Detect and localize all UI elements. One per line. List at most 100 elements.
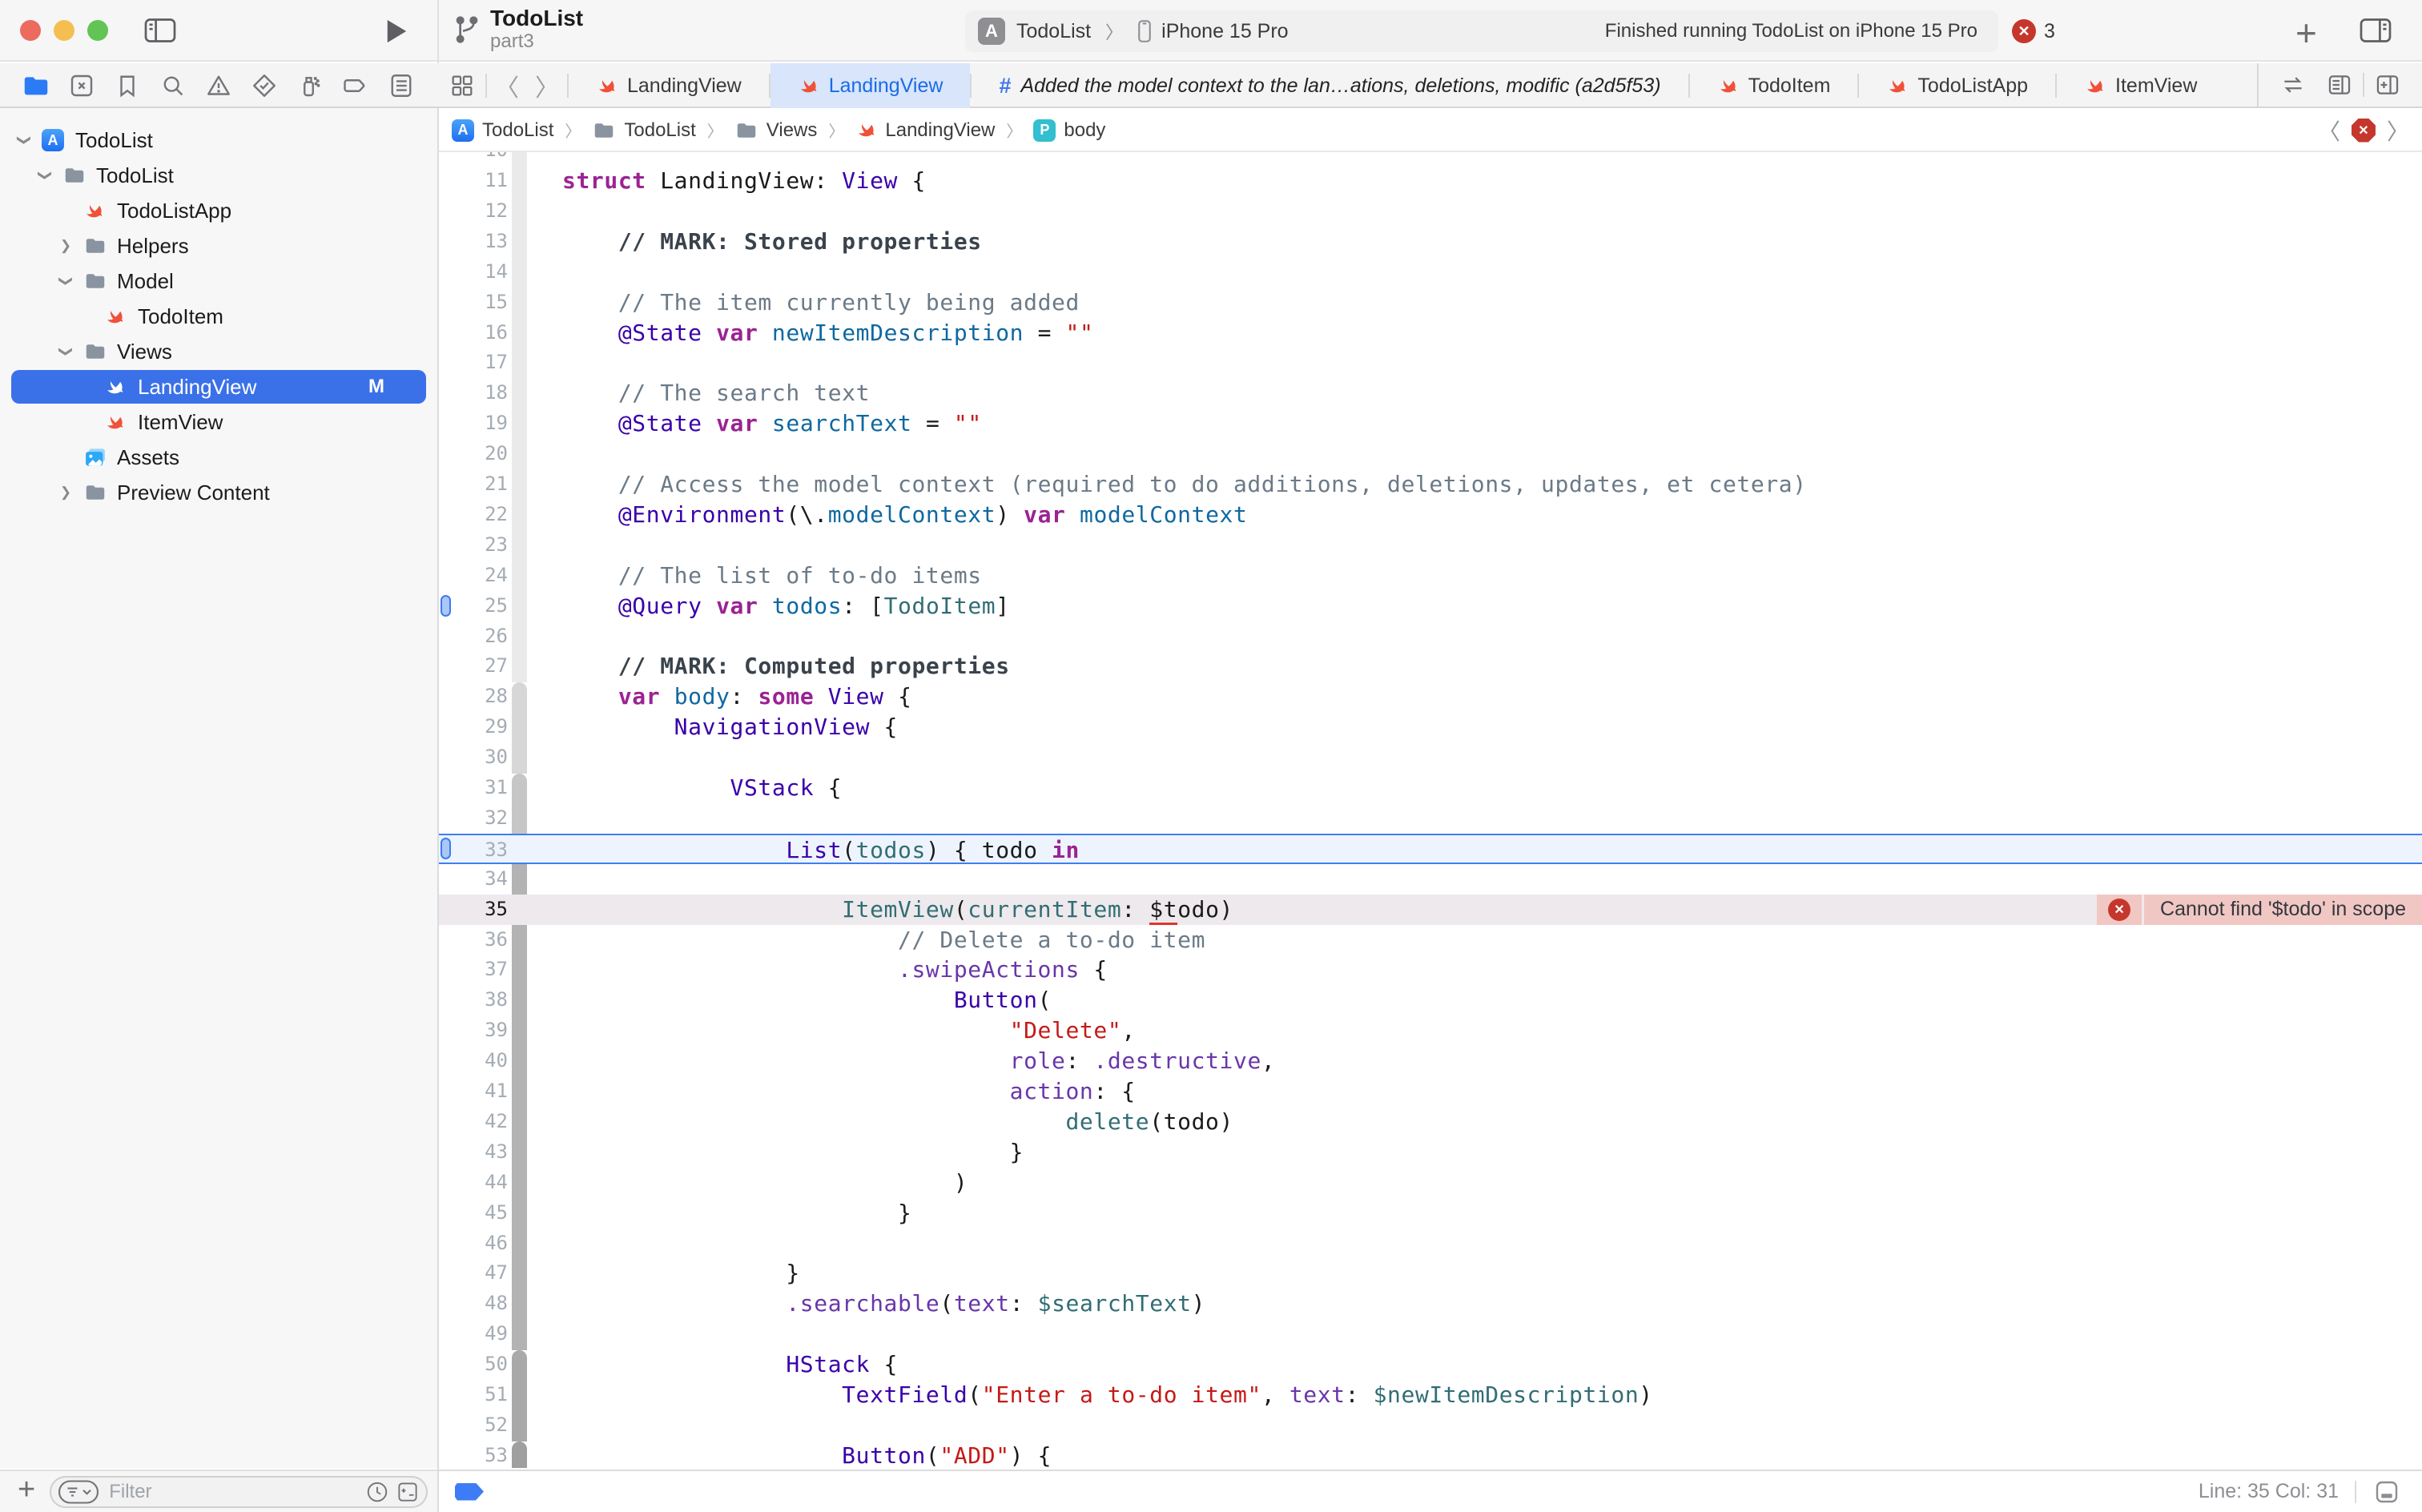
line-number[interactable]: 49: [439, 1322, 508, 1345]
line-number[interactable]: 47: [439, 1261, 508, 1284]
run-button[interactable]: [384, 18, 408, 45]
sidebar-item-assets[interactable]: Assets: [0, 440, 437, 475]
filter-input[interactable]: [107, 1480, 359, 1504]
source-control-navigator-icon[interactable]: [67, 71, 96, 100]
code-line-27[interactable]: 27 // MARK: Computed properties: [439, 651, 2422, 682]
code-text[interactable]: ): [562, 1168, 968, 1197]
line-number[interactable]: 14: [439, 260, 508, 283]
code-line-50[interactable]: 50 HStack {: [439, 1349, 2422, 1380]
disclosure-chevron-icon[interactable]: ❯: [58, 344, 74, 360]
disclosure-chevron-icon[interactable]: ❯: [37, 167, 53, 183]
line-number[interactable]: 52: [439, 1413, 508, 1436]
code-text[interactable]: role: .destructive,: [562, 1047, 1275, 1076]
disclosure-chevron-icon[interactable]: ❯: [16, 132, 32, 148]
sidebar-item-landingview[interactable]: LandingViewM: [0, 369, 437, 404]
code-line-31[interactable]: 31 VStack {: [439, 773, 2422, 803]
source-control-summary[interactable]: TodoList part3: [453, 6, 583, 53]
window-zoom-button[interactable]: [87, 20, 108, 41]
code-line-33[interactable]: 33 List(todos) { todo in: [439, 834, 2422, 864]
code-line-41[interactable]: 41 action: {: [439, 1076, 2422, 1107]
code-line-11[interactable]: 11struct LandingView: View {: [439, 166, 2422, 196]
sidebar-item-preview-content[interactable]: ❯Preview Content: [0, 475, 437, 510]
filter-icon[interactable]: [58, 1480, 99, 1504]
sidebar-item-todolistapp[interactable]: TodoListApp: [0, 193, 437, 228]
sidebar-item-helpers[interactable]: ❯Helpers: [0, 228, 437, 263]
code-line-39[interactable]: 39 "Delete",: [439, 1015, 2422, 1046]
code-line-24[interactable]: 24 // The list of to-do items: [439, 561, 2422, 591]
code-line-46[interactable]: 46: [439, 1228, 2422, 1259]
tests-navigator-icon[interactable]: [250, 71, 279, 100]
code-text[interactable]: VStack {: [562, 774, 842, 802]
line-number[interactable]: 28: [439, 685, 508, 707]
code-line-10[interactable]: 10: [439, 152, 2422, 166]
forward-button[interactable]: 〉: [535, 68, 559, 103]
breadcrumb-item[interactable]: Views: [734, 119, 818, 143]
code-line-48[interactable]: 48 .searchable(text: $searchText): [439, 1289, 2422, 1319]
code-line-47[interactable]: 47 }: [439, 1258, 2422, 1289]
editor-options-icon[interactable]: [2372, 1478, 2401, 1506]
code-text[interactable]: NavigationView {: [562, 713, 898, 742]
line-number[interactable]: 40: [439, 1049, 508, 1072]
code-line-19[interactable]: 19 @State var searchText = "": [439, 408, 2422, 439]
swap-editors-icon[interactable]: [2279, 71, 2307, 99]
code-text[interactable]: // The item currently being added: [562, 288, 1080, 317]
line-number[interactable]: 19: [439, 412, 508, 434]
code-line-29[interactable]: 29 NavigationView {: [439, 712, 2422, 742]
line-number[interactable]: 44: [439, 1171, 508, 1193]
code-text[interactable]: @State var searchText = "": [562, 409, 982, 438]
line-number[interactable]: 22: [439, 503, 508, 525]
line-number[interactable]: 50: [439, 1353, 508, 1375]
code-line-51[interactable]: 51 TextField("Enter a to-do item", text:…: [439, 1380, 2422, 1410]
sidebar-item-views[interactable]: ❯Views: [0, 334, 437, 369]
code-line-15[interactable]: 15 // The item currently being added: [439, 288, 2422, 318]
line-number[interactable]: 27: [439, 654, 508, 677]
code-text[interactable]: @Environment(\.modelContext) var modelCo…: [562, 501, 1247, 529]
code-line-36[interactable]: 36 // Delete a to-do item: [439, 925, 2422, 955]
code-text[interactable]: Button(: [562, 986, 1052, 1015]
line-number[interactable]: 16: [439, 321, 508, 344]
add-file-button[interactable]: +: [18, 1473, 35, 1507]
line-number[interactable]: 41: [439, 1080, 508, 1102]
code-line-12[interactable]: 12: [439, 196, 2422, 227]
plus-minus-filter-icon[interactable]: [396, 1480, 420, 1504]
breadcrumb-item[interactable]: Pbody: [1033, 119, 1105, 142]
code-line-40[interactable]: 40 role: .destructive,: [439, 1046, 2422, 1076]
add-editor-icon[interactable]: [2374, 71, 2401, 99]
line-number[interactable]: 45: [439, 1201, 508, 1224]
line-number[interactable]: 17: [439, 351, 508, 373]
line-number[interactable]: 29: [439, 715, 508, 738]
tab-1[interactable]: LandingView: [569, 63, 769, 108]
code-line-14[interactable]: 14: [439, 257, 2422, 288]
code-line-34[interactable]: 34: [439, 864, 2422, 895]
next-issue-icon[interactable]: 〉: [2387, 115, 2409, 147]
window-minimize-button[interactable]: [54, 20, 74, 41]
code-text[interactable]: // MARK: Stored properties: [562, 227, 982, 256]
line-number[interactable]: 15: [439, 291, 508, 313]
line-number[interactable]: 53: [439, 1444, 508, 1466]
code-line-17[interactable]: 17: [439, 348, 2422, 378]
line-number[interactable]: 35: [439, 898, 508, 920]
code-text[interactable]: Button("ADD") {: [562, 1442, 1052, 1468]
tab-6[interactable]: ItemView: [2057, 63, 2224, 108]
error-badge-icon[interactable]: ✕: [2097, 895, 2142, 925]
code-text[interactable]: List(todos) { todo in: [562, 836, 1080, 865]
bookmarks-navigator-icon[interactable]: [113, 71, 142, 100]
inspector-toggle-icon[interactable]: [2358, 16, 2393, 45]
code-line-26[interactable]: 26: [439, 621, 2422, 652]
code-text[interactable]: .swipeActions {: [562, 955, 1108, 984]
code-line-38[interactable]: 38 Button(: [439, 985, 2422, 1015]
breakpoint-indicator-icon[interactable]: [455, 1483, 484, 1501]
debug-navigator-icon[interactable]: [296, 71, 324, 100]
line-number[interactable]: 21: [439, 472, 508, 495]
breadcrumb-item[interactable]: LandingView: [855, 119, 995, 142]
disclosure-chevron-icon[interactable]: ❯: [58, 273, 74, 289]
code-line-16[interactable]: 16 @State var newItemDescription = "": [439, 318, 2422, 348]
error-annotation[interactable]: ✕Cannot find '$todo' in scope: [2097, 895, 2422, 925]
breadcrumb-item[interactable]: TodoList: [592, 119, 695, 143]
line-number[interactable]: 48: [439, 1292, 508, 1314]
line-number[interactable]: 13: [439, 230, 508, 252]
code-line-20[interactable]: 20: [439, 439, 2422, 469]
find-navigator-icon[interactable]: [159, 71, 187, 100]
line-number[interactable]: 18: [439, 381, 508, 404]
line-number[interactable]: 37: [439, 958, 508, 980]
